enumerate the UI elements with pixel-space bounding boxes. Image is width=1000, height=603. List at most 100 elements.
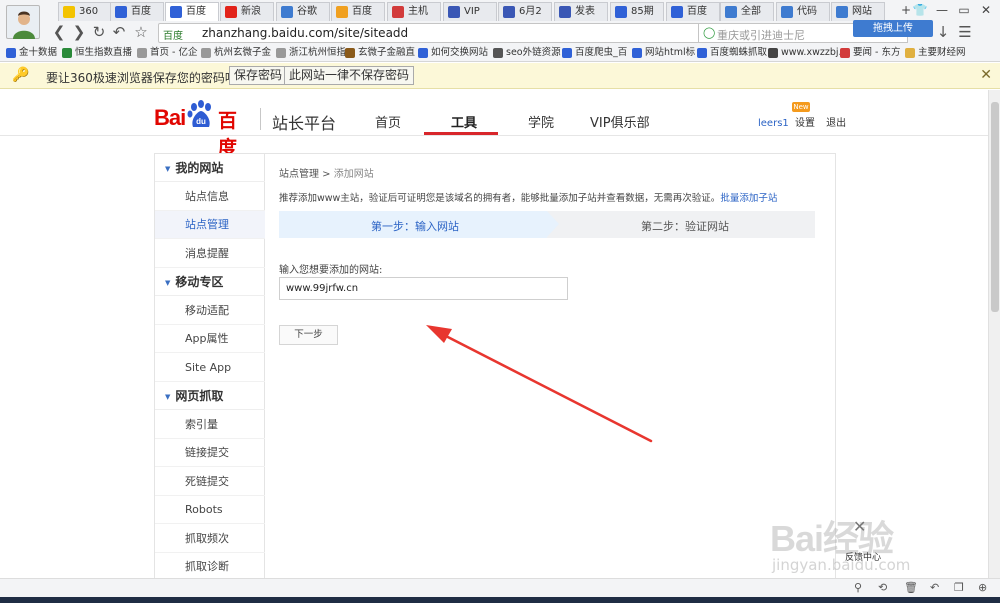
minimize-icon[interactable]: — bbox=[932, 2, 952, 18]
close-feedback-icon[interactable]: ✕ bbox=[853, 517, 866, 536]
sidebar-item[interactable]: App属性 bbox=[155, 325, 265, 353]
tab-5[interactable]: 百度 bbox=[331, 2, 385, 21]
tab-11[interactable]: 百度 bbox=[666, 2, 720, 21]
maximize-icon[interactable]: ▭ bbox=[954, 2, 974, 18]
close-window-icon[interactable]: ✕ bbox=[976, 2, 996, 18]
tab-0[interactable]: 360 bbox=[58, 2, 112, 21]
user-avatar[interactable] bbox=[6, 5, 40, 39]
vertical-scrollbar[interactable] bbox=[988, 90, 1000, 578]
sidebar-item[interactable]: 死链提交 bbox=[155, 468, 265, 496]
tab-14[interactable]: 网站 bbox=[831, 2, 885, 21]
tab-12[interactable]: 全部 bbox=[720, 2, 774, 21]
sidebar-section-header[interactable]: ▼ 移动专区 bbox=[155, 268, 265, 296]
pin-icon[interactable]: ⚲ bbox=[854, 581, 862, 594]
sidebar-item[interactable]: 移动适配 bbox=[155, 297, 265, 325]
bookmark-item[interactable]: seo外链资源 bbox=[493, 46, 561, 60]
never-save-password-button[interactable]: 此网站一律不保存密码 bbox=[284, 66, 415, 85]
scrollbar-thumb[interactable] bbox=[991, 102, 999, 312]
sidebar-item[interactable]: 抓取频次 bbox=[155, 525, 265, 553]
tab-6[interactable]: 主机 bbox=[387, 2, 441, 21]
tab-4[interactable]: 谷歌 bbox=[276, 2, 330, 21]
download-icon[interactable]: ↓ bbox=[934, 23, 952, 41]
sync-icon[interactable]: ⟲ bbox=[878, 581, 887, 594]
sidebar-item[interactable]: 消息提醒 bbox=[155, 240, 265, 268]
bookmark-item[interactable]: 玄微子金融直 bbox=[345, 46, 415, 60]
tab-label: 360 bbox=[79, 6, 99, 17]
sidebar-item[interactable]: 站点管理 bbox=[155, 211, 265, 239]
bookmark-item[interactable]: 浙江杭州恒指 bbox=[276, 46, 346, 60]
logout-link[interactable]: 退出 bbox=[826, 118, 846, 129]
tab-favicon-icon bbox=[448, 6, 460, 18]
close-icon[interactable]: ✕ bbox=[980, 67, 992, 83]
tab-3[interactable]: 新浪 bbox=[220, 2, 274, 21]
nav-item-3[interactable]: VIP俱乐部 bbox=[590, 112, 650, 131]
sidebar-item[interactable]: 抓取诊断 bbox=[155, 553, 265, 581]
tab-1[interactable]: 百度 bbox=[110, 2, 164, 21]
menu-icon[interactable]: ☰ bbox=[956, 23, 974, 41]
window-controls: 👕 — ▭ ✕ bbox=[908, 0, 1000, 20]
sidebar-section-header[interactable]: ▼ 网页抓取 bbox=[155, 382, 265, 410]
sidebar-item[interactable]: 站点信息 bbox=[155, 183, 265, 211]
next-step-button[interactable]: 下一步 bbox=[279, 325, 338, 345]
settings-link[interactable]: 设置 bbox=[795, 118, 815, 129]
breadcrumb-parent-link[interactable]: 站点管理 bbox=[279, 169, 319, 180]
undo-close-icon[interactable]: ↶ bbox=[930, 581, 939, 594]
sidebar-section-title: 我的网站 bbox=[175, 161, 224, 175]
undo-icon[interactable]: ↶ bbox=[110, 23, 128, 41]
site-url-input[interactable] bbox=[279, 277, 568, 300]
tab-favicon-icon bbox=[725, 6, 737, 18]
skin-icon[interactable]: 👕 bbox=[910, 2, 930, 18]
window-icon[interactable]: ❐ bbox=[954, 581, 964, 594]
bookmark-favicon-icon bbox=[137, 48, 147, 58]
tab-13[interactable]: 代码 bbox=[776, 2, 830, 21]
zoom-icon[interactable]: ⊕ bbox=[978, 581, 987, 594]
forward-icon[interactable]: ❯ bbox=[70, 23, 88, 41]
baidu-logo[interactable]: Bai du 百度 bbox=[154, 99, 248, 159]
url-badge: 百度 bbox=[163, 31, 183, 42]
search-engine-icon: ◯ bbox=[703, 26, 716, 39]
bookmark-item[interactable]: 杭州玄微子金 bbox=[201, 46, 271, 60]
bookmark-item[interactable]: 百度爬虫_百 bbox=[562, 46, 627, 60]
bookmark-item[interactable]: 百度蜘蛛抓取 bbox=[697, 46, 767, 60]
drag-upload-button[interactable]: 拖拽上传 bbox=[853, 20, 933, 37]
tab-10[interactable]: 85期 bbox=[610, 2, 664, 21]
tab-2[interactable]: 百度 bbox=[165, 2, 219, 21]
bookmark-item[interactable]: 如何交换网站 bbox=[418, 46, 488, 60]
username-link[interactable]: leers1 bbox=[758, 118, 789, 129]
bookmark-item[interactable]: 金十数据 bbox=[6, 46, 57, 60]
bookmark-item[interactable]: 恒生指数直播 bbox=[62, 46, 132, 60]
sidebar-item[interactable]: 链接提交 bbox=[155, 439, 265, 467]
sidebar-item[interactable]: 索引量 bbox=[155, 411, 265, 439]
back-icon[interactable]: ❮ bbox=[50, 23, 68, 41]
sidebar-item[interactable]: Site App bbox=[155, 354, 265, 382]
bookmark-item[interactable]: 要闻 - 东方 bbox=[840, 46, 900, 60]
tab-8[interactable]: 6月2 bbox=[498, 2, 552, 21]
bookmark-item[interactable]: 网站html标 bbox=[632, 46, 695, 60]
feedback-center[interactable]: ✕ 反馈中心 bbox=[845, 517, 881, 563]
save-password-button[interactable]: 保存密码 bbox=[229, 66, 288, 85]
bookmark-item[interactable]: 首页 - 亿企 bbox=[137, 46, 197, 60]
address-bar[interactable]: 百度 zhanzhang.baidu.com/site/siteadd ⚡ ☆ bbox=[158, 23, 728, 43]
tab-label: 网站 bbox=[852, 6, 872, 17]
nav-item-1[interactable]: 工具 bbox=[451, 112, 477, 131]
tab-favicon-icon bbox=[281, 6, 293, 18]
bookmark-favicon-icon bbox=[276, 48, 286, 58]
bookmark-item[interactable]: 主要财经网 bbox=[905, 46, 966, 60]
baidu-paw-icon: du bbox=[187, 100, 211, 127]
sidebar-section-header[interactable]: ▼ 我的网站 bbox=[155, 154, 265, 182]
nav-item-0[interactable]: 首页 bbox=[375, 112, 401, 131]
tab-7[interactable]: VIP bbox=[443, 2, 497, 21]
trash-icon[interactable]: 🗑 bbox=[904, 581, 918, 594]
batch-add-subsite-link[interactable]: 批量添加子站 bbox=[720, 193, 777, 204]
favorite-star-icon[interactable]: ☆ bbox=[132, 23, 150, 41]
bookmark-item[interactable]: www.xwzzbj. bbox=[768, 46, 842, 60]
refresh-icon[interactable]: ↻ bbox=[90, 23, 108, 41]
tab-label: 百度 bbox=[687, 6, 707, 17]
sidebar-item[interactable]: Robots bbox=[155, 496, 265, 524]
tab-favicon-icon bbox=[225, 6, 237, 18]
url-text[interactable]: zhanzhang.baidu.com/site/siteadd bbox=[202, 26, 408, 40]
nav-item-2[interactable]: 学院 bbox=[528, 112, 554, 131]
bookmark-label: 百度爬虫_百 bbox=[575, 47, 628, 58]
tab-9[interactable]: 发表 bbox=[554, 2, 608, 21]
bookmark-favicon-icon bbox=[768, 48, 778, 58]
